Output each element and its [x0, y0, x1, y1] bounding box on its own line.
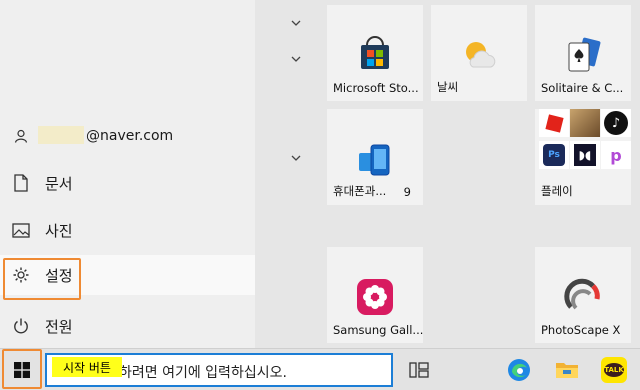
start-button[interactable]: [0, 349, 44, 390]
roblox-icon: [539, 109, 569, 137]
start-menu: @naver.com 문서 사진 설정 전원 Microsoft Sto... …: [0, 0, 640, 348]
tile-microsoft-store[interactable]: Microsoft Sto...: [327, 5, 423, 101]
game-thumbnail-icon: [570, 109, 600, 137]
tile-label: 휴대폰과...: [333, 184, 387, 198]
photoscape-icon: [564, 278, 600, 310]
tile-label: Samsung Gall...: [333, 323, 424, 337]
chevron-down-icon[interactable]: [289, 151, 303, 165]
kakaotalk-icon[interactable]: TALK: [600, 356, 628, 384]
pictures-item[interactable]: 사진: [0, 210, 255, 250]
store-icon: [361, 36, 389, 69]
tile-label: 플레이: [541, 184, 573, 198]
redacted-username: [38, 126, 84, 144]
account-item[interactable]: @naver.com: [0, 116, 255, 156]
tile-phone-link[interactable]: 휴대폰과... 9: [327, 109, 423, 205]
tile-label: Solitaire & C...: [541, 81, 624, 95]
user-icon: [11, 126, 31, 146]
tile-play-folder[interactable]: ♪ Ps ◗◖ p 플레이: [535, 109, 631, 205]
app-list-column: [255, 0, 318, 348]
tile-label: PhotoScape X: [541, 323, 621, 337]
account-email: @naver.com: [86, 128, 174, 144]
power-icon: [11, 316, 31, 336]
chevron-down-icon[interactable]: [289, 52, 303, 66]
task-view-icon[interactable]: [405, 356, 433, 384]
tile-photoscape[interactable]: PhotoScape X: [535, 247, 631, 343]
tile-label: 날씨: [437, 80, 459, 94]
photoshop-express-icon: Ps: [539, 141, 569, 169]
tile-samsung-gallery[interactable]: Samsung Gall...: [327, 247, 423, 343]
edge-icon[interactable]: [505, 356, 533, 384]
documents-item[interactable]: 문서: [0, 163, 255, 203]
file-explorer-icon[interactable]: [553, 356, 581, 384]
search-placeholder: 하려면 여기에 입력하십시오.: [119, 365, 287, 381]
cards-icon: [568, 37, 601, 72]
tile-label: Microsoft Sto...: [333, 81, 419, 95]
tiktok-icon: ♪: [601, 109, 631, 137]
documents-label: 문서: [45, 174, 73, 193]
dolby-icon: ◗◖: [570, 141, 600, 169]
notification-count: 9: [403, 185, 411, 199]
settings-label: 설정: [45, 266, 73, 285]
picture-icon: [11, 220, 31, 240]
weather-icon: [466, 42, 496, 68]
start-button-annotation: 시작 버튼: [52, 357, 122, 377]
windows-logo-icon: [14, 362, 30, 378]
document-icon: [11, 173, 31, 193]
power-label: 전원: [45, 317, 73, 336]
start-left-rail: @naver.com 문서 사진 설정 전원: [0, 0, 255, 348]
chevron-down-icon[interactable]: [289, 16, 303, 30]
gear-icon: [11, 265, 31, 285]
power-item[interactable]: 전원: [0, 306, 255, 346]
settings-item[interactable]: 설정: [0, 255, 255, 295]
gallery-icon: [357, 279, 393, 315]
tile-solitaire[interactable]: Solitaire & C...: [535, 5, 631, 101]
pictures-label: 사진: [45, 221, 73, 240]
phone-link-icon: [359, 144, 390, 176]
picsart-icon: p: [601, 141, 631, 169]
tile-weather[interactable]: 날씨: [431, 5, 527, 101]
